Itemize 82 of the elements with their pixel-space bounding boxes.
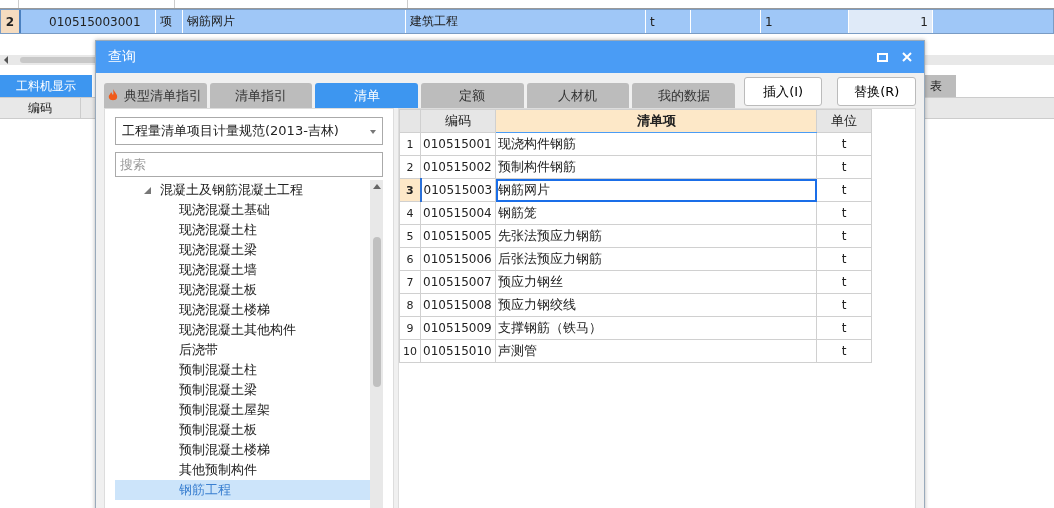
flame-icon bbox=[108, 89, 119, 102]
tab[interactable]: 定额 bbox=[420, 83, 524, 108]
tab[interactable]: 人材机 bbox=[526, 83, 630, 108]
tab[interactable]: 典型清单指引 bbox=[104, 83, 207, 108]
tree-item[interactable]: 现浇混凝土板 bbox=[115, 280, 370, 300]
table-cell: 010515003 bbox=[420, 178, 496, 202]
library-dropdown[interactable]: 工程量清单项目计量规范(2013-吉林) bbox=[115, 117, 383, 145]
table-cell: t bbox=[816, 155, 872, 179]
tree-item[interactable]: 现浇混凝土墙 bbox=[115, 260, 370, 280]
tree-item[interactable]: 预制混凝土梁 bbox=[115, 380, 370, 400]
row-number[interactable]: 7 bbox=[399, 270, 421, 294]
table-cell: t bbox=[816, 270, 872, 294]
tree-item[interactable]: 预制混凝土屋架 bbox=[115, 400, 370, 420]
expand-triangle-icon[interactable] bbox=[143, 185, 152, 195]
table-cell: 项 bbox=[156, 10, 183, 33]
table-cell: 现浇构件钢筋 bbox=[495, 132, 817, 156]
table-cell: 支撑钢筋（铁马） bbox=[495, 316, 817, 340]
row-number[interactable]: 9 bbox=[399, 316, 421, 340]
table-row[interactable]: 2 010515003001 项 钢筋网片 建筑工程 t 1 1 bbox=[0, 9, 1054, 34]
tree-item[interactable]: 现浇混凝土楼梯 bbox=[115, 300, 370, 320]
row-number[interactable]: 4 bbox=[399, 201, 421, 225]
table-cell: 预制构件钢筋 bbox=[495, 155, 817, 179]
tree-item[interactable]: 预制混凝土板 bbox=[115, 420, 370, 440]
tab[interactable]: 清单指引 bbox=[209, 83, 313, 108]
table-cell: 010515004 bbox=[420, 201, 496, 225]
table-cell: 声测管 bbox=[495, 339, 817, 363]
table-cell: 1 bbox=[849, 10, 933, 33]
table-cell: 后张法预应力钢筋 bbox=[495, 247, 817, 271]
maximize-icon[interactable] bbox=[877, 52, 888, 62]
column-header: 清单项 bbox=[495, 109, 817, 133]
table-cell: t bbox=[646, 10, 691, 33]
vertical-scrollbar[interactable] bbox=[370, 180, 383, 508]
tree-item[interactable]: 现浇混凝土柱 bbox=[115, 220, 370, 240]
dialog-button[interactable]: 插入(I) bbox=[743, 77, 823, 106]
row-number[interactable]: 8 bbox=[399, 293, 421, 317]
table-cell: t bbox=[816, 201, 872, 225]
table-cell: t bbox=[816, 132, 872, 156]
search-field[interactable]: 搜索 bbox=[115, 152, 383, 177]
table-cell: t bbox=[816, 224, 872, 248]
table-cell: 预应力钢丝 bbox=[495, 270, 817, 294]
table-cell: 010515001 bbox=[420, 132, 496, 156]
tree-item[interactable]: 后浇带 bbox=[115, 340, 370, 360]
table-cell: 010515005 bbox=[420, 224, 496, 248]
row-number[interactable]: 1 bbox=[399, 132, 421, 156]
table-cell: 010515002 bbox=[420, 155, 496, 179]
tree-item[interactable]: 预制混凝土楼梯 bbox=[115, 440, 370, 460]
table-cell: 预应力钢绞线 bbox=[495, 293, 817, 317]
table-cell: 010515009 bbox=[420, 316, 496, 340]
row-number: 2 bbox=[1, 10, 21, 33]
tab[interactable]: 我的数据 bbox=[632, 83, 735, 108]
close-icon[interactable] bbox=[902, 52, 912, 62]
table-cell: 010515006 bbox=[420, 247, 496, 271]
table-cell: 010515008 bbox=[420, 293, 496, 317]
row-number[interactable]: 6 bbox=[399, 247, 421, 271]
table-cell: t bbox=[816, 316, 872, 340]
table-cell: 建筑工程 bbox=[406, 10, 646, 33]
table-cell: 010515010 bbox=[420, 339, 496, 363]
tree-item[interactable]: 混凝土及钢筋混凝土工程 bbox=[115, 180, 370, 200]
table-cell: 钢筋网片 bbox=[183, 10, 406, 33]
table-cell: 010515007 bbox=[420, 270, 496, 294]
dialog-title: 查询 bbox=[108, 48, 137, 66]
row-number[interactable]: 3 bbox=[399, 178, 421, 202]
table-cell: t bbox=[816, 178, 872, 202]
table-cell: t bbox=[816, 293, 872, 317]
column-header: 编码 bbox=[420, 109, 496, 133]
table-cell: t bbox=[816, 339, 872, 363]
tree-item[interactable]: 现浇混凝土其他构件 bbox=[115, 320, 370, 340]
dialog-button[interactable]: 替换(R) bbox=[837, 77, 916, 106]
row-number[interactable]: 2 bbox=[399, 155, 421, 179]
table-cell: 钢筋笼 bbox=[495, 201, 817, 225]
row-number[interactable]: 5 bbox=[399, 224, 421, 248]
table-cell: 钢筋网片 bbox=[495, 178, 817, 202]
tree-item[interactable]: 现浇混凝土基础 bbox=[115, 200, 370, 220]
tree-item[interactable]: 预制混凝土柱 bbox=[115, 360, 370, 380]
table-cell: 010515003001 bbox=[21, 10, 156, 33]
tree-item[interactable]: 现浇混凝土梁 bbox=[115, 240, 370, 260]
column-header: 单位 bbox=[816, 109, 872, 133]
row-number[interactable]: 10 bbox=[399, 339, 421, 363]
column-header: 编码 bbox=[0, 98, 81, 118]
table-cell: 先张法预应力钢筋 bbox=[495, 224, 817, 248]
tree-item[interactable]: 其他预制构件 bbox=[115, 460, 370, 480]
table-cell: t bbox=[816, 247, 872, 271]
